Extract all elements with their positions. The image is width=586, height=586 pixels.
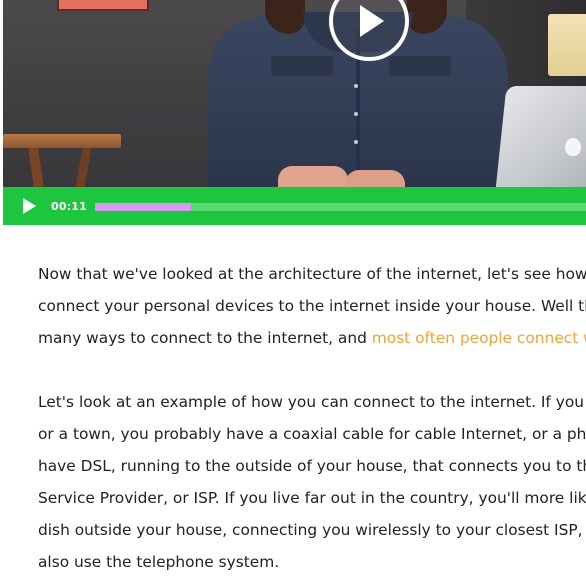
picture-frame [57,0,149,11]
side-table [3,134,121,148]
video-controls: 00:11 [3,187,586,225]
transcript-paragraph: Let's look at an example of how you can … [38,386,586,578]
video-player[interactable] [3,0,586,187]
shirt-button [354,140,358,144]
transcript-line: Service Provider, or ISP. If you live fa… [38,489,586,507]
transcript-text: many ways to connect to the internet, an… [38,329,372,347]
elapsed-time: 00:11 [51,200,88,213]
progress-played [95,203,191,211]
transcript-line: connect your personal devices to the int… [38,297,586,315]
transcript-line: or a town, you probably have a coaxial c… [38,425,586,443]
shirt-button [354,112,358,116]
side-table-leg [75,148,92,187]
side-table-leg [28,148,44,187]
shirt-pocket [389,56,451,76]
presenter-hand [345,170,405,187]
transcript-line: have DSL, running to the outside of your… [38,457,586,475]
transcript-line: Now that we've looked at the architectur… [38,265,586,283]
apple-logo-icon [565,138,581,156]
transcript-line: many ways to connect to the internet, an… [38,322,586,354]
lamp [548,14,586,76]
shirt-pocket [271,56,333,76]
laptop [495,86,586,187]
presenter-hand [278,166,348,187]
highlighted-phrase[interactable]: most often people connect w [372,329,586,347]
progress-bar[interactable] [95,203,586,211]
transcript-line: also use the telephone system. [38,553,280,571]
transcript-paragraph: Now that we've looked at the architectur… [38,258,586,354]
transcript-line: dish outside your house, connecting you … [38,521,586,539]
play-icon[interactable] [23,198,36,214]
shirt-button [354,84,358,88]
transcript: Now that we've looked at the architectur… [38,258,586,578]
transcript-line: Let's look at an example of how you can … [38,393,586,411]
